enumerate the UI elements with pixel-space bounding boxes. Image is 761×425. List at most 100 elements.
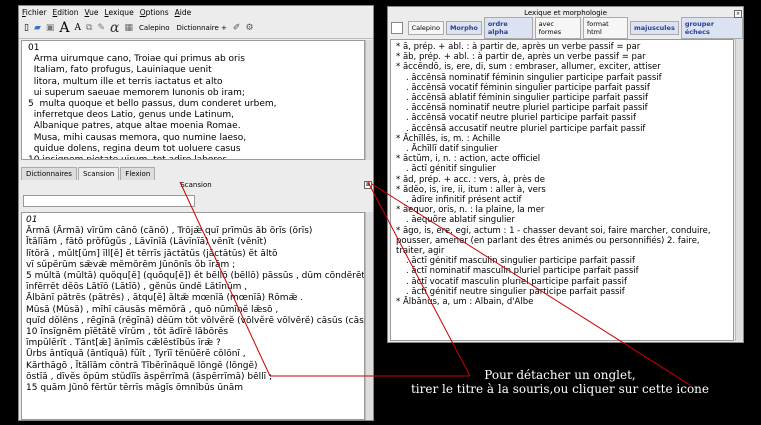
scansion-line: Ūrbs āntīquă (āntīquā) fŭĭt , Tyrĭī tĕnŭ… <box>26 349 246 360</box>
tab-scansion[interactable]: Scansion <box>77 167 120 180</box>
scansion-line: Mūsă (Mūsā) , mĭhī cāusās mĕmŏrā , quō n… <box>26 304 279 315</box>
editor-line: quidue dolens, regina deum tot uoluere c… <box>28 143 241 154</box>
editor-line: Arma uirumque cano, Troiae qui primus ab… <box>28 54 245 65</box>
open-folder-icon[interactable]: ▰ <box>33 23 42 33</box>
calepino-button[interactable]: Calepino <box>137 24 172 32</box>
menu-aide[interactable]: Aide <box>175 8 192 17</box>
lexicon-form-line: . Āchīllī datif singulier <box>406 144 498 155</box>
scansion-line: Ārmă (Ārmā) vĭrŭm cānō (cănō) , Trōjǣ qu… <box>26 226 313 237</box>
scansion-line: īnfērrĕt dĕōs Lătĭō (Lātĭō) , gĕnŭs ūndĕ… <box>26 282 248 293</box>
tab-bar: Dictionnaires Scansion Flexion <box>21 167 156 180</box>
lexicon-form-line: . āctī génitif neutre singulier particip… <box>406 286 625 297</box>
lexicon-entry: * āequor, oris, n. : la plaine, la mer <box>396 205 545 216</box>
help-caption: Pour détacher un onglet, tirer le titre … <box>380 368 740 396</box>
lexicon-entry: * ā, prép. + abl. : à partir de, après u… <box>396 42 641 52</box>
scansion-scrollbar[interactable] <box>365 212 373 420</box>
close-icon[interactable]: × <box>734 10 742 18</box>
lexicon-entry: traiter, agir <box>396 246 445 257</box>
scansion-input[interactable] <box>23 195 195 207</box>
panel-title[interactable]: Scansion <box>19 181 373 189</box>
menu-vue[interactable]: Vue <box>85 8 99 17</box>
lexique-option-button[interactable]: avec formes <box>534 17 581 39</box>
alpha-icon[interactable]: α <box>109 20 120 36</box>
tab-flexion[interactable]: Flexion <box>120 167 156 180</box>
lexique-option-button[interactable]: majuscules <box>629 21 679 35</box>
editor-line: 01 <box>28 43 40 53</box>
lexique-option-button[interactable]: Calepino <box>407 21 444 35</box>
scansion-line: 01 <box>26 215 38 225</box>
lexicon-form-line: . āccēnsă vocatif neutre pluriel partici… <box>406 113 636 124</box>
lexicon-form-line: . āccēnsă accusatif neutre pluriel parti… <box>406 123 646 134</box>
caption-line-2: tirer le titre à la souris,ou cliquer su… <box>410 382 710 396</box>
lexique-window: Lexique et morphologie × Calepino Morpho o… <box>387 6 744 343</box>
lexique-scrollbar[interactable] <box>735 39 743 341</box>
editor-line: litora, multum ille et terris iactatus e… <box>28 76 223 87</box>
scansion-line: 15 quām Jūnō fērtŭr tērrīs māgĭs ōmnĭbŭs… <box>26 383 244 394</box>
font-decrease-button[interactable]: A <box>74 23 83 33</box>
editor-line: Musa, mihi causas memora, quo numine lae… <box>28 132 247 143</box>
editor-line: ui superum saeuae memorem Iunonis ob ira… <box>28 87 245 98</box>
lexique-toolbar: Calepino Morpho ordre alpha avec formes form… <box>388 17 743 39</box>
menu-edition[interactable]: Edition <box>53 8 79 17</box>
text-editor[interactable]: 01 Arma uirumque cano, Troiae qui primus… <box>21 40 365 160</box>
lexicon-form-line: . āccēnsā nominatif féminin singulier pa… <box>406 72 662 83</box>
lexicon-entry: * ăd, prép. + acc. : vers, à, près de <box>396 174 545 185</box>
caption-line-1: Pour détacher un onglet, <box>484 368 636 382</box>
scansion-line: 10 īnsīgnēm pĭĕtātĕ vĭrŭm , tŏt ădīrĕ lă… <box>26 327 229 338</box>
brush-icon[interactable]: ✐ <box>232 23 242 33</box>
detach-tab-icon[interactable]: ⊠ <box>364 181 372 189</box>
menu-lexique[interactable]: Lexique <box>105 8 134 17</box>
lexicon-entry: * āccēndō, is, ere, di, sum : embraser, … <box>396 62 661 73</box>
tool-icon[interactable]: ✎ <box>96 23 106 33</box>
lexicon-entry: * ădĕo, is, ire, ii, itum : aller à, ver… <box>396 184 546 195</box>
lexicon-form-line: . āctī génitif singulier <box>406 164 496 175</box>
lexique-window-title[interactable]: Lexique et morphologie <box>388 7 743 20</box>
lexicon-form-line: . āccēnsă nominatif neutre pluriel parti… <box>406 103 648 114</box>
grid-icon[interactable]: ▦ <box>123 23 134 33</box>
new-file-icon[interactable]: ▯ <box>23 23 30 33</box>
editor-line: 5 multa quoque et bello passus, dum cond… <box>28 99 277 110</box>
editor-scrollbar[interactable] <box>365 40 373 160</box>
font-increase-button[interactable]: A <box>58 20 70 36</box>
lexicon-form-line: . āequŏre ablatif singulier <box>406 215 516 226</box>
menu-options[interactable]: Options <box>140 8 169 17</box>
scansion-line: lītŏră , mŭlt[ŭm] īll[ĕ] ĕt tērrīs jāctā… <box>26 248 278 259</box>
lexique-option-button[interactable]: format html <box>582 17 628 39</box>
editor-line: inferretque deos Latio, genus unde Latin… <box>28 110 234 121</box>
settings-icon[interactable]: ⚙ <box>244 23 254 33</box>
scansion-line: quĭd dŏlēns , rēgīnă (rēgīnā) dĕūm tŏt v… <box>26 315 365 326</box>
lexique-option-button[interactable]: Morpho <box>445 21 482 35</box>
scansion-line: Ālbānī pătrēs (pātrēs) , ātqu[ĕ] āltǣ mœ… <box>26 293 304 304</box>
scansion-line: vī sŭpĕrūm sǣvǣ mĕmŏrēm Jūnōnĭs ŏb īrām … <box>26 259 236 270</box>
lexique-output: * ā, prép. + abl. : à partir de, après u… <box>390 39 734 341</box>
editor-line: Albanique patres, atque altae moenia Rom… <box>28 121 241 132</box>
lexicon-form-line: . ădīre infinitif présent actif <box>406 195 522 206</box>
scansion-output: 01 Ārmă (Ārmā) vĭrŭm cānō (cănō) , Trōjǣ … <box>21 212 365 420</box>
save-icon[interactable]: ▣ <box>45 23 56 33</box>
lexique-option-button[interactable]: grouper échecs <box>680 17 743 39</box>
lexicon-entry: * āgo, is, ere, egi, actum : 1 - chasser… <box>396 225 711 236</box>
lexicon-entry: pousser, amener (en parlant des êtres an… <box>396 235 700 246</box>
lexicon-form-line: . āctī vocatif masculin pluriel particip… <box>406 276 627 287</box>
lexicon-form-line: . āctī génitif masculin singulier partic… <box>406 256 636 267</box>
main-window: Fichier Edition Vue Lexique Options Aide… <box>18 5 374 421</box>
scansion-line: Ītălĭām , fātō prŏfŭgŭs , Lāvīnĭă (Lāvīn… <box>26 237 267 248</box>
copy-icon[interactable]: ⧉ <box>85 23 93 33</box>
scansion-line: 5 mūltă (mūltā) quŏqu[ĕ] (quōqu[ĕ]) ĕt b… <box>26 271 365 282</box>
lexicon-form-line: . āccēnsā vocatif féminin singulier part… <box>406 82 650 93</box>
menu-fichier[interactable]: Fichier <box>22 8 47 17</box>
lexicon-entry: * Āchīllēs, is, m. : Achille <box>396 133 501 144</box>
lexicon-entry: * ăb, prép. + abl. : à partir de, après … <box>396 52 646 63</box>
lexique-option-button[interactable]: ordre alpha <box>483 17 533 39</box>
menu-bar: Fichier Edition Vue Lexique Options Aide <box>19 6 373 18</box>
editor-line: 10 insignem pietate uirum, tot adire lab… <box>28 155 358 159</box>
lexicon-form-line: . āctī nominatif masculin pluriel partic… <box>406 266 639 277</box>
dictionnaire-button[interactable]: Dictionnaire + <box>175 24 229 32</box>
lexicon-entry: * Ālbānus, a, um : Albain, d'Albe <box>396 297 534 308</box>
options-checkbox[interactable] <box>391 22 403 34</box>
editor-line: Italiam, fato profugus, Lauiniaque uenit <box>28 65 212 76</box>
lexicon-entry: * āctŭm, i, n. : action, acte officiel <box>396 154 541 165</box>
scansion-line: ōstĭă , dīvĕs ŏpūm stŭdĭīs āspĕrrĭmă (ās… <box>26 371 273 382</box>
toolbar: ▯ ▰ ▣ A A ⧉ ✎ α ▦ Calepino Dictionnaire … <box>19 18 373 39</box>
tab-dictionnaires[interactable]: Dictionnaires <box>21 167 77 180</box>
